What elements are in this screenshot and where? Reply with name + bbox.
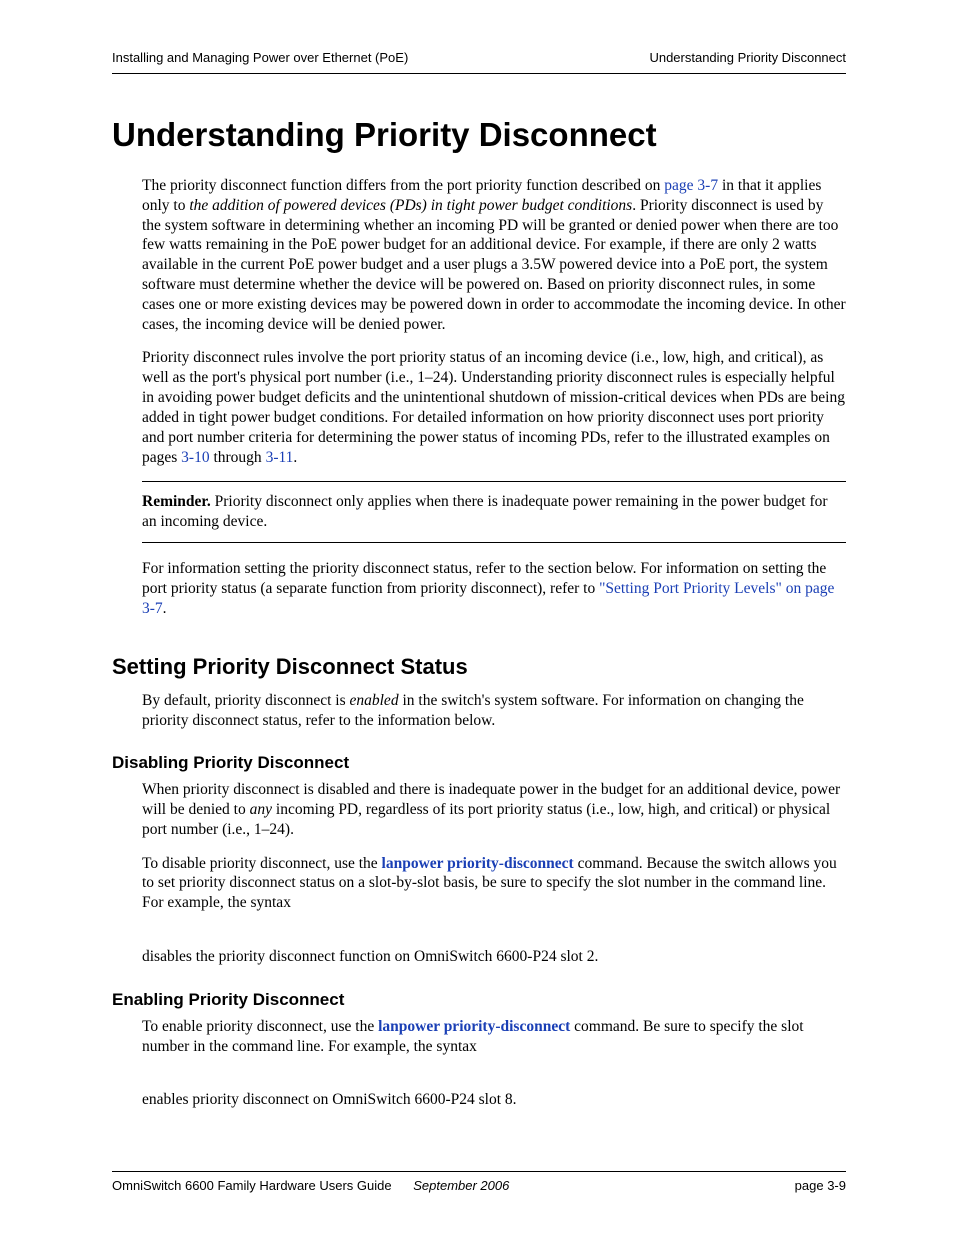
heading-setting-priority-disconnect-status: Setting Priority Disconnect Status — [112, 653, 846, 681]
text: To disable priority disconnect, use the — [142, 855, 382, 872]
callout-text: Priority disconnect only applies when th… — [142, 493, 828, 530]
body-block-1: The priority disconnect function differs… — [142, 176, 846, 468]
text: . — [163, 600, 167, 617]
paragraph-6: To disable priority disconnect, use the … — [142, 854, 846, 913]
footer-date: September 2006 — [413, 1178, 509, 1193]
link-page-3-7[interactable]: page 3-7 — [664, 177, 718, 194]
header-left: Installing and Managing Power over Ether… — [112, 50, 408, 67]
link-lanpower-priority-disconnect-2[interactable]: lanpower priority-disconnect — [378, 1018, 570, 1035]
paragraph-2: Priority disconnect rules involve the po… — [142, 348, 846, 467]
body-block-2: For information setting the priority dis… — [142, 559, 846, 618]
paragraph-3: For information setting the priority dis… — [142, 559, 846, 618]
text: To enable priority disconnect, use the — [142, 1018, 378, 1035]
footer-page-number: page 3-9 — [795, 1178, 846, 1195]
page-title: Understanding Priority Disconnect — [112, 114, 846, 156]
header-right: Understanding Priority Disconnect — [649, 50, 846, 67]
paragraph-4: By default, priority disconnect is enabl… — [142, 691, 846, 731]
link-lanpower-priority-disconnect-1[interactable]: lanpower priority-disconnect — [382, 855, 574, 872]
text: . — [293, 449, 297, 466]
body-block-5: To enable priority disconnect, use the l… — [142, 1017, 846, 1110]
footer-left: OmniSwitch 6600 Family Hardware Users Gu… — [112, 1178, 509, 1195]
paragraph-1: The priority disconnect function differs… — [142, 176, 846, 335]
paragraph-5: When priority disconnect is disabled and… — [142, 780, 846, 839]
text: . Priority disconnect is used by the sys… — [142, 197, 846, 333]
emphasis: the addition of powered devices (PDs) in… — [189, 197, 632, 214]
paragraph-7: disables the priority disconnect functio… — [142, 947, 846, 967]
emphasis: enabled — [350, 692, 399, 709]
document-page: Installing and Managing Power over Ether… — [0, 0, 954, 1235]
text: The priority disconnect function differs… — [142, 177, 664, 194]
callout-label: Reminder. — [142, 493, 211, 510]
body-block-3: By default, priority disconnect is enabl… — [142, 691, 846, 731]
heading-enabling-priority-disconnect: Enabling Priority Disconnect — [112, 989, 846, 1011]
text: By default, priority disconnect is — [142, 692, 350, 709]
running-footer: OmniSwitch 6600 Family Hardware Users Gu… — [112, 1171, 846, 1195]
link-page-3-10[interactable]: 3-10 — [181, 449, 209, 466]
text: through — [210, 449, 266, 466]
paragraph-9: enables priority disconnect on OmniSwitc… — [142, 1090, 846, 1110]
emphasis: any — [250, 801, 272, 818]
heading-disabling-priority-disconnect: Disabling Priority Disconnect — [112, 752, 846, 774]
running-header: Installing and Managing Power over Ether… — [112, 50, 846, 74]
reminder-callout: Reminder. Priority disconnect only appli… — [142, 481, 846, 543]
body-block-4: When priority disconnect is disabled and… — [142, 780, 846, 967]
footer-guide-title: OmniSwitch 6600 Family Hardware Users Gu… — [112, 1178, 392, 1193]
link-page-3-11[interactable]: 3-11 — [266, 449, 294, 466]
paragraph-8: To enable priority disconnect, use the l… — [142, 1017, 846, 1057]
